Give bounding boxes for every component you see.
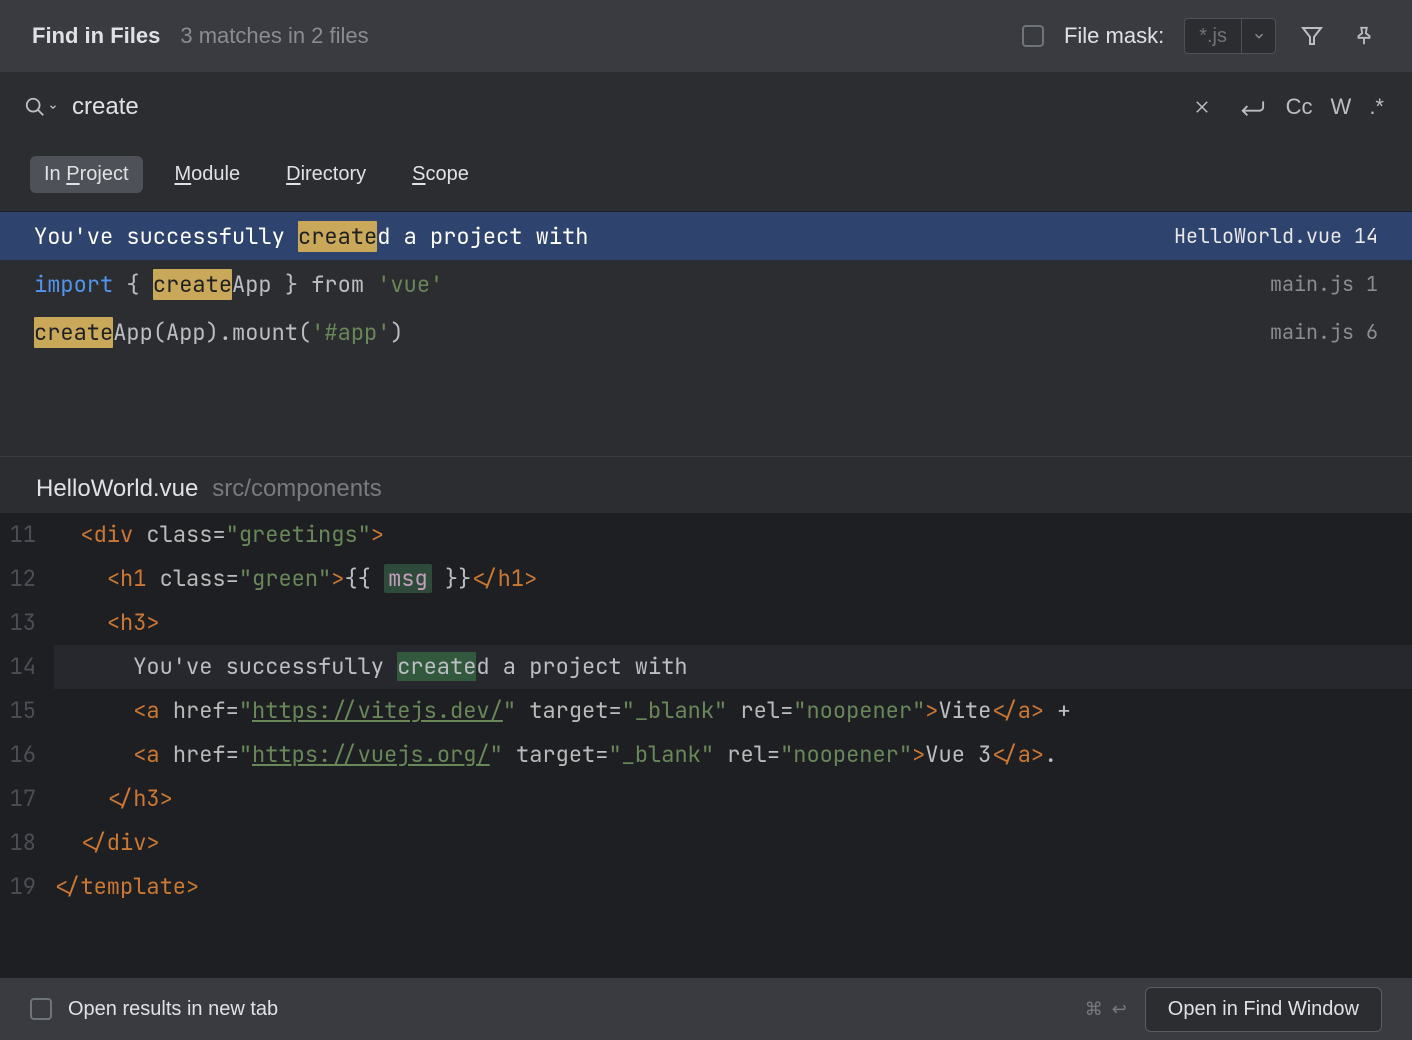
open-new-tab-checkbox[interactable] [30, 998, 52, 1020]
chevron-down-icon[interactable] [1241, 19, 1275, 53]
open-new-tab-label: Open results in new tab [68, 998, 278, 1021]
result-row[interactable]: createApp(App).mount('#app')main.js 6 [0, 308, 1412, 356]
file-mask-value: *.js [1185, 19, 1241, 53]
code-content[interactable]: <div class="greetings"> <h1 class="green… [46, 513, 1412, 978]
result-row[interactable]: You've successfully created a project wi… [0, 212, 1412, 260]
scope-tab[interactable]: Module [161, 156, 255, 193]
search-bar: Cc W .* [0, 72, 1412, 142]
search-input[interactable] [72, 93, 1172, 121]
code-preview[interactable]: 111213141516171819 <div class="greetings… [0, 513, 1412, 978]
newline-icon[interactable] [1236, 91, 1268, 123]
file-mask-label: File mask: [1064, 23, 1164, 49]
scope-tab[interactable]: Scope [398, 156, 483, 193]
preview-file-path: src/components [212, 475, 381, 503]
dialog-header: Find in Files 3 matches in 2 files File … [0, 0, 1412, 72]
filter-icon[interactable] [1296, 20, 1328, 52]
file-mask-checkbox[interactable] [1022, 25, 1044, 47]
shortcut-hint: ⌘ ↩ [1085, 999, 1129, 1020]
match-case-toggle[interactable]: Cc [1286, 94, 1313, 120]
open-find-window-button[interactable]: Open in Find Window [1145, 987, 1382, 1032]
dialog-footer: Open results in new tab ⌘ ↩ Open in Find… [0, 978, 1412, 1040]
scope-tab[interactable]: In Project [30, 156, 143, 193]
results-list: You've successfully created a project wi… [0, 211, 1412, 356]
result-row[interactable]: import { createApp } from 'vue'main.js 1 [0, 260, 1412, 308]
result-file-location: main.js 6 [1270, 319, 1378, 345]
whole-words-toggle[interactable]: W [1331, 94, 1352, 120]
search-icon[interactable] [24, 96, 58, 118]
match-summary: 3 matches in 2 files [180, 23, 368, 49]
result-file-location: main.js 1 [1270, 271, 1378, 297]
preview-header: HelloWorld.vue src/components [0, 456, 1412, 513]
pin-icon[interactable] [1348, 20, 1380, 52]
result-file-location: HelloWorld.vue 14 [1174, 223, 1378, 249]
file-mask-select[interactable]: *.js [1184, 18, 1276, 54]
regex-toggle[interactable]: .* [1369, 94, 1384, 120]
dialog-title: Find in Files [32, 23, 160, 49]
scope-tabs: In Project Module Directory Scope [0, 142, 1412, 211]
scope-tab[interactable]: Directory [272, 156, 380, 193]
gutter: 111213141516171819 [0, 513, 46, 978]
clear-icon[interactable] [1186, 91, 1218, 123]
preview-file-name: HelloWorld.vue [36, 475, 198, 503]
